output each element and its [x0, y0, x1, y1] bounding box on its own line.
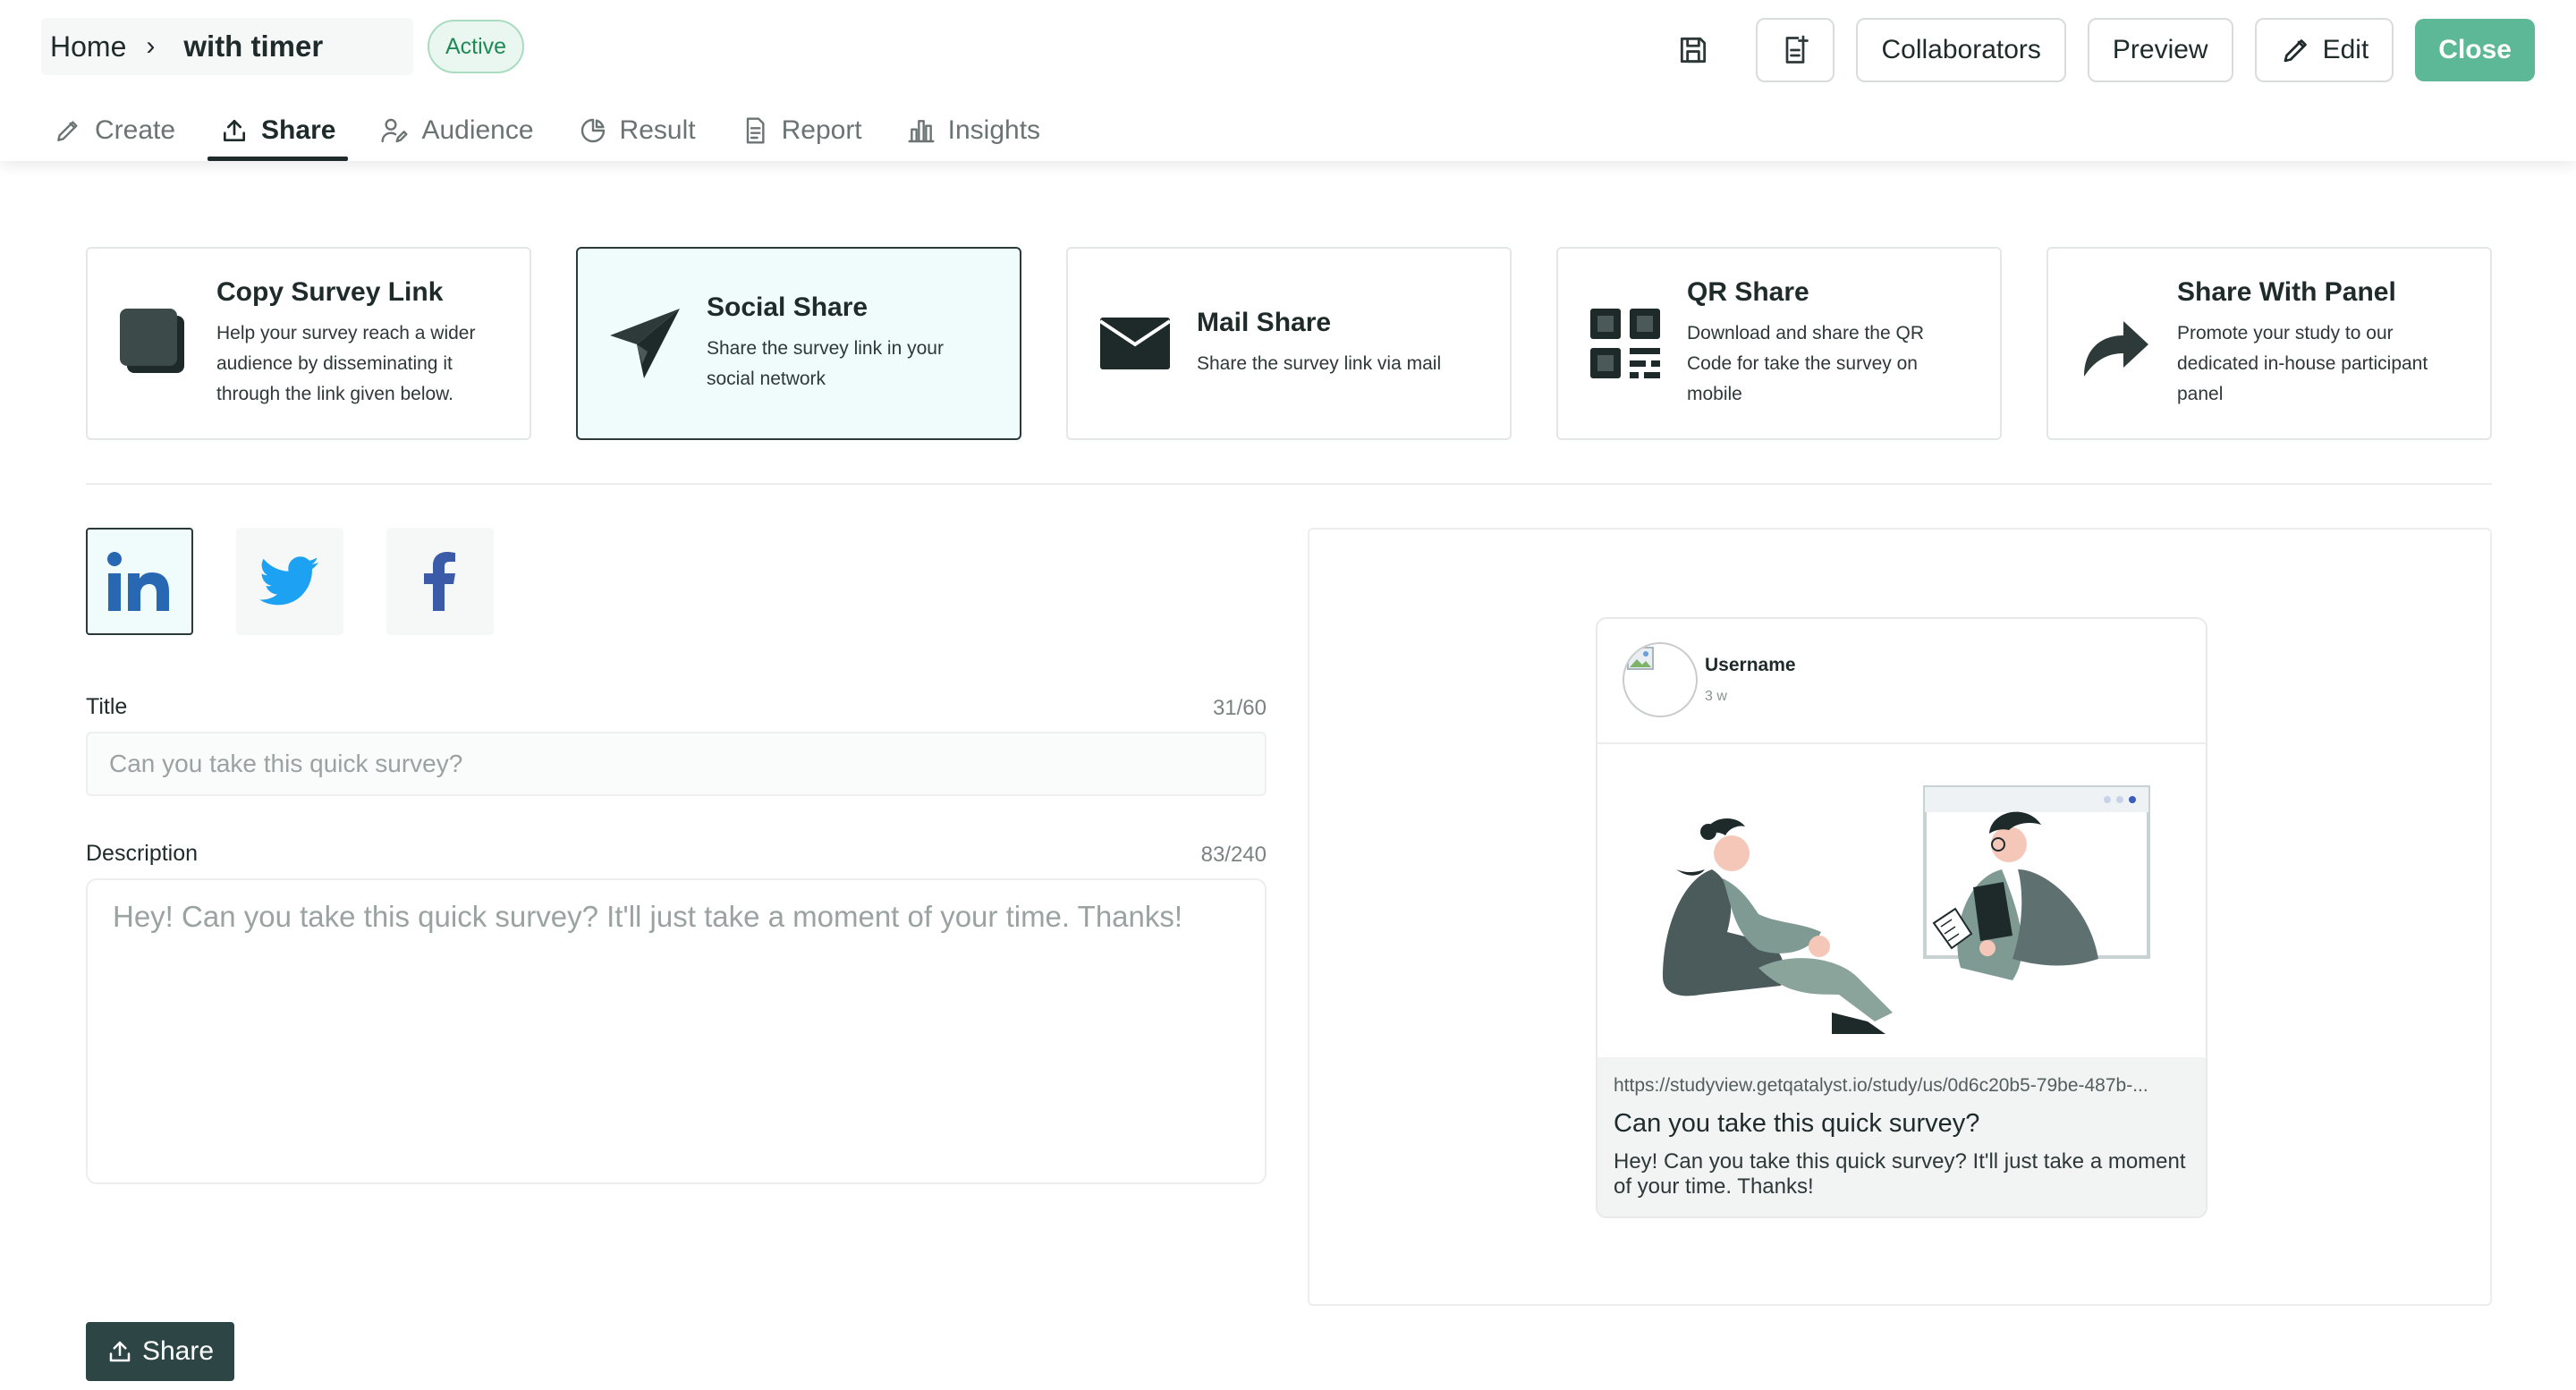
collaborators-button[interactable]: Collaborators — [1856, 18, 2066, 82]
copy-icon — [114, 303, 195, 384]
add-document-icon — [1786, 35, 1809, 64]
pie-chart-icon — [580, 118, 605, 143]
post-illustration — [1597, 744, 2206, 1057]
status-badge: Active — [428, 20, 525, 73]
header-actions: Collaborators Preview Edit Close — [1668, 18, 2535, 82]
envelope-icon — [1095, 303, 1175, 384]
main-tabs: Create Share Audience Result Report Insi… — [41, 100, 1072, 161]
tab-label: Create — [95, 115, 176, 145]
broken-image-icon — [1627, 647, 1654, 670]
tab-label: Insights — [947, 115, 1041, 145]
social-facebook-button[interactable] — [386, 528, 494, 635]
tab-audience[interactable]: Audience — [368, 100, 546, 161]
share-button-label: Share — [141, 1336, 215, 1366]
pencil-icon — [57, 121, 78, 141]
share-option-title: Copy Survey Link — [216, 277, 444, 307]
audience-icon — [381, 118, 408, 143]
social-network-selector — [86, 528, 537, 635]
tab-insights[interactable]: Insights — [894, 100, 1053, 161]
save-icon — [1681, 37, 1707, 64]
tab-result[interactable]: Result — [566, 100, 708, 161]
tab-label: Report — [781, 115, 862, 145]
edit-button[interactable]: Edit — [2254, 18, 2394, 82]
document-icon — [746, 117, 765, 144]
share-option-description: Share the survey link via mail — [1197, 353, 1442, 374]
top-header: Home › with timer Active Create Share Au… — [0, 0, 2576, 161]
pencil-icon — [2284, 39, 2307, 63]
post-url: https://studyview.getqatalyst.io/study/u… — [1614, 1075, 2148, 1096]
share-option-mail[interactable]: Mail Share Share the survey link via mai… — [1066, 247, 1512, 440]
add-note-button[interactable] — [1756, 18, 1835, 82]
post-preview-panel: Username 3 w https://studyview.getqataly… — [1308, 528, 2492, 1306]
share-options: Copy Survey Link Help your survey reach … — [86, 247, 2492, 440]
share-option-copy-link[interactable]: Copy Survey Link Help your survey reach … — [86, 247, 531, 440]
title-input[interactable] — [86, 732, 1267, 796]
save-button[interactable] — [1668, 25, 1718, 75]
post-time: 3 w — [1705, 689, 1727, 704]
section-divider — [86, 483, 2492, 485]
preview-button[interactable]: Preview — [2087, 18, 2233, 82]
survey-illustration — [1663, 785, 2150, 1034]
post-link-preview: https://studyview.getqatalyst.io/study/u… — [1597, 1057, 2206, 1216]
share-option-social[interactable]: Social Share Share the survey link in yo… — [576, 247, 1021, 440]
survey-name[interactable]: with timer — [183, 30, 323, 64]
social-twitter-button[interactable] — [236, 528, 343, 635]
share-option-title: Share With Panel — [2177, 277, 2396, 307]
bar-chart-icon — [908, 120, 935, 143]
share-arrow-icon — [2075, 303, 2156, 384]
tab-create[interactable]: Create — [41, 100, 188, 161]
post-description: Hey! Can you take this quick survey? It'… — [1614, 1149, 2186, 1199]
share-option-title: Mail Share — [1197, 308, 1332, 337]
description-label: Description — [86, 841, 199, 866]
upload-icon — [109, 1341, 131, 1362]
share-option-description: Promote your study to our dedicated in-h… — [2177, 323, 2428, 404]
breadcrumb: Home › with timer — [41, 18, 413, 75]
upload-icon — [224, 120, 246, 141]
share-option-panel[interactable]: Share With Panel Promote your study to o… — [2046, 247, 2492, 440]
tab-label: Result — [619, 115, 696, 145]
description-textarea[interactable] — [86, 878, 1267, 1184]
share-option-description: Download and share the QR Code for take … — [1687, 323, 1924, 404]
paper-plane-icon — [605, 303, 685, 384]
tab-share[interactable]: Share — [208, 100, 349, 161]
social-linkedin-button[interactable] — [86, 528, 193, 635]
post-title: Can you take this quick survey? — [1614, 1109, 1980, 1138]
linkedin-icon — [107, 552, 169, 611]
tab-label: Share — [261, 115, 336, 145]
post-username: Username — [1705, 655, 1796, 675]
close-button[interactable]: Close — [2415, 19, 2535, 81]
tab-label: Audience — [421, 115, 534, 145]
twitter-icon — [259, 556, 319, 606]
edit-label: Edit — [2322, 35, 2369, 64]
description-char-counter: 83/240 — [1200, 843, 1267, 867]
qr-code-icon — [1585, 303, 1665, 384]
share-option-title: Social Share — [707, 292, 869, 322]
post-preview-card: Username 3 w https://studyview.getqataly… — [1596, 617, 2207, 1218]
share-button[interactable]: Share — [86, 1322, 234, 1381]
facebook-icon — [424, 552, 455, 611]
breadcrumb-separator-icon: › — [146, 31, 156, 61]
avatar — [1623, 642, 1698, 717]
tab-report[interactable]: Report — [728, 100, 875, 161]
title-char-counter: 31/60 — [1212, 696, 1267, 720]
title-label: Title — [86, 694, 128, 719]
share-option-qr[interactable]: QR Share Download and share the QR Code … — [1556, 247, 2002, 440]
breadcrumb-home[interactable]: Home — [50, 30, 126, 64]
share-option-description: Help your survey reach a wider audience … — [216, 323, 476, 404]
share-option-title: QR Share — [1687, 277, 1809, 307]
post-header: Username 3 w — [1597, 619, 2206, 744]
share-option-description: Share the survey link in your social net… — [707, 338, 944, 389]
